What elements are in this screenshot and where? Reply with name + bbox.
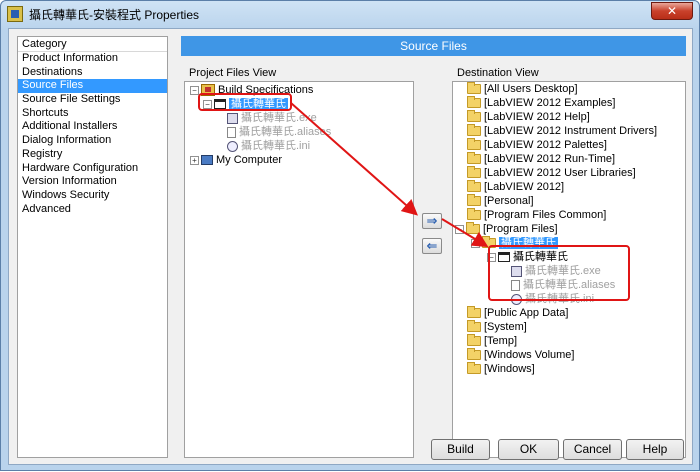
annotation-arrows [290,102,489,248]
properties-window: 攝氏轉華氏-安裝程式 Properties ✕ Category Product… [0,0,700,471]
arrow-to-destination [441,218,489,248]
arrow-to-add-button [290,102,418,216]
